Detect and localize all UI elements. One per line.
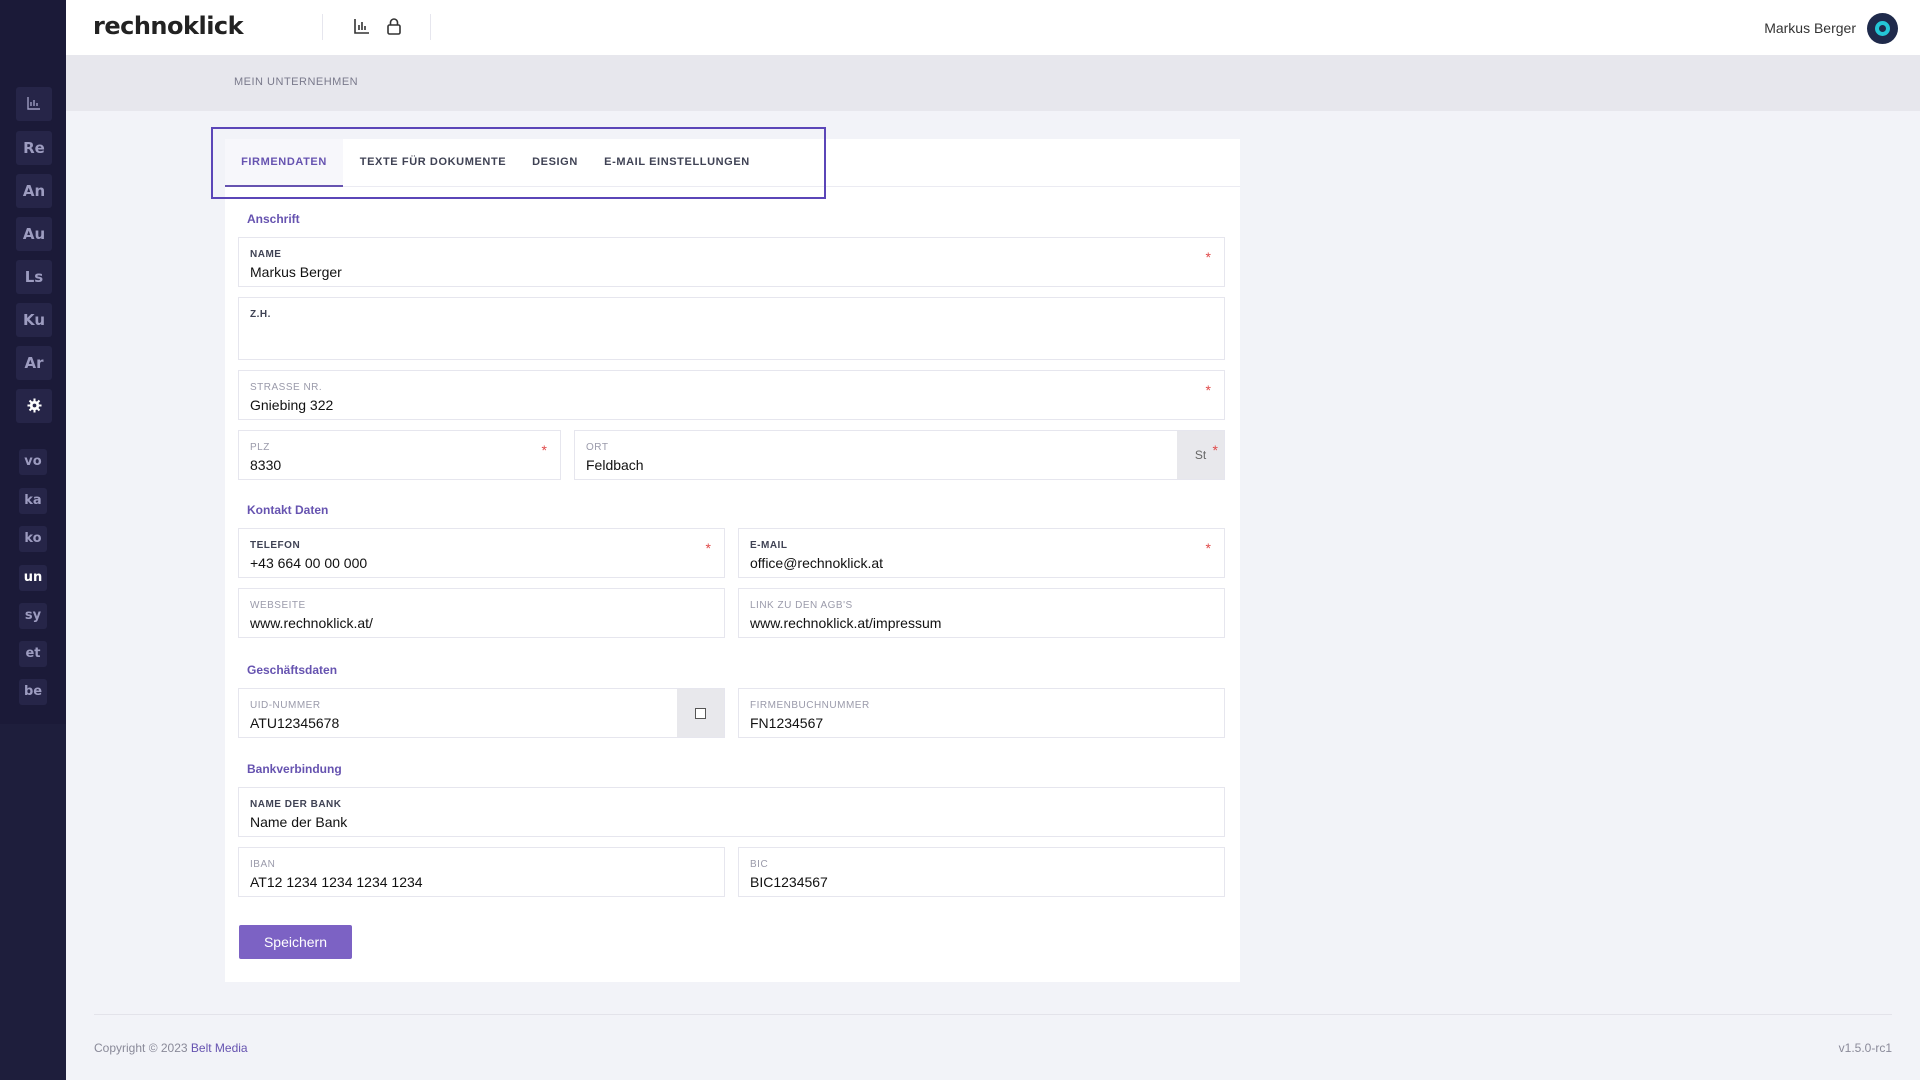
field-label: STRASSE NR. xyxy=(250,382,323,393)
chart-icon[interactable] xyxy=(352,16,374,38)
field-label: LINK ZU DEN AGB'S xyxy=(750,600,853,611)
header-divider xyxy=(430,14,431,40)
sidebar-item-re[interactable]: Re xyxy=(16,131,52,165)
sidebar-subitem-sy[interactable]: sy xyxy=(19,603,47,629)
field-value: Gniebing 322 xyxy=(250,397,334,413)
field-value: +43 664 00 00 000 xyxy=(250,555,368,571)
sidebar-item-ls[interactable]: Ls xyxy=(16,260,52,294)
webseite-field[interactable]: WEBSEITE www.rechnoklick.at/ xyxy=(238,588,725,638)
field-label: WEBSEITE xyxy=(250,600,306,611)
copyright-text: Copyright © 2023 xyxy=(94,1041,188,1055)
zh-field[interactable]: Z.H. xyxy=(238,297,1225,360)
app-logo[interactable]: rechnoklick xyxy=(93,12,244,40)
name-field[interactable]: NAME Markus Berger * xyxy=(238,237,1225,287)
section-kontakt: Kontakt Daten xyxy=(247,503,329,517)
field-label: FIRMENBUCHNUMMER xyxy=(750,700,870,711)
field-value: office@rechnoklick.at xyxy=(750,555,884,571)
section-geschaeftsdaten: Geschäftsdaten xyxy=(247,663,338,677)
telefon-field[interactable]: TELEFON +43 664 00 00 000 * xyxy=(238,528,725,578)
sidebar-subitem-be[interactable]: be xyxy=(19,679,47,705)
sidebar-item-au[interactable]: Au xyxy=(16,217,52,251)
sidebar-item-dashboard[interactable] xyxy=(16,87,52,121)
field-value: 8330 xyxy=(250,457,282,473)
required-marker: * xyxy=(1205,382,1211,398)
field-value: FN1234567 xyxy=(750,715,824,731)
sidebar-subitem-ka[interactable]: ka xyxy=(19,488,47,514)
field-label: E-MAIL xyxy=(750,540,788,551)
field-label: TELEFON xyxy=(250,540,301,551)
field-value: Feldbach xyxy=(586,457,644,473)
sidebar-subitem-vo[interactable]: vo xyxy=(19,449,47,475)
sidebar-item-settings[interactable] xyxy=(16,389,52,423)
company-settings-card: FIRMENDATEN TEXTE FÜR DOKUMENTE DESIGN E… xyxy=(225,139,1240,982)
sidebar-subitem-ko[interactable]: ko xyxy=(19,526,47,552)
field-label: IBAN xyxy=(250,859,276,870)
plz-field[interactable]: PLZ 8330 * xyxy=(238,430,561,480)
email-field[interactable]: E-MAIL office@rechnoklick.at * xyxy=(738,528,1225,578)
sidebar-item-an[interactable]: An xyxy=(16,174,52,208)
uid-checkbox[interactable] xyxy=(677,689,724,737)
field-value: BIC1234567 xyxy=(750,874,828,890)
avatar[interactable] xyxy=(1867,13,1898,44)
strasse-field[interactable]: STRASSE NR. Gniebing 322 * xyxy=(238,370,1225,420)
company-link[interactable]: Belt Media xyxy=(191,1041,248,1055)
subheader: MEIN UNTERNEHMEN xyxy=(66,55,1920,111)
agb-link-field[interactable]: LINK ZU DEN AGB'S www.rechnoklick.at/imp… xyxy=(738,588,1225,638)
required-marker: * xyxy=(541,442,547,458)
field-label: NAME DER BANK xyxy=(250,799,342,810)
sidebar-item-ku[interactable]: Ku xyxy=(16,303,52,337)
firmenbuch-field[interactable]: FIRMENBUCHNUMMER FN1234567 xyxy=(738,688,1225,738)
breadcrumb: MEIN UNTERNEHMEN xyxy=(234,76,359,88)
copyright: Copyright © 2023 Belt Media xyxy=(94,1041,248,1055)
bic-field[interactable]: BIC BIC1234567 xyxy=(738,847,1225,897)
chart-icon xyxy=(27,97,40,110)
lock-icon[interactable] xyxy=(384,16,406,38)
field-label: Z.H. xyxy=(250,309,271,320)
field-value: Markus Berger xyxy=(250,264,342,280)
section-anschrift: Anschrift xyxy=(247,212,300,226)
app-version: v1.5.0-rc1 xyxy=(1838,1041,1892,1055)
field-value: www.rechnoklick.at/impressum xyxy=(750,615,942,631)
user-name[interactable]: Markus Berger xyxy=(1764,20,1856,36)
top-header: rechnoklick Markus Berger xyxy=(66,0,1920,55)
required-marker: * xyxy=(1205,249,1211,265)
field-label: NAME xyxy=(250,249,282,260)
required-marker: * xyxy=(1205,540,1211,556)
gear-icon xyxy=(26,398,42,413)
ort-field[interactable]: ORT Feldbach St * xyxy=(574,430,1225,480)
required-marker: * xyxy=(705,540,711,556)
field-label: UID-NUMMER xyxy=(250,700,321,711)
footer-divider xyxy=(94,1014,1892,1015)
sidebar: Re An Au Ls Ku Ar vo ka ko un sy et be xyxy=(0,0,66,1080)
field-value: www.rechnoklick.at/ xyxy=(250,615,373,631)
bankname-field[interactable]: NAME DER BANK Name der Bank xyxy=(238,787,1225,837)
field-value: AT12 1234 1234 1234 1234 xyxy=(250,874,423,890)
uid-field[interactable]: UID-NUMMER ATU12345678 xyxy=(238,688,725,738)
section-bankverbindung: Bankverbindung xyxy=(247,762,342,776)
sidebar-item-ar[interactable]: Ar xyxy=(16,346,52,380)
tab-highlight-box xyxy=(211,127,826,199)
required-marker: * xyxy=(1212,442,1218,458)
sidebar-subitem-un[interactable]: un xyxy=(19,565,47,591)
field-label: BIC xyxy=(750,859,769,870)
checkbox-icon xyxy=(695,708,706,720)
header-divider xyxy=(322,14,323,40)
field-label: ORT xyxy=(586,442,609,453)
sidebar-subitem-et[interactable]: et xyxy=(19,641,47,667)
field-value: Name der Bank xyxy=(250,814,348,830)
field-label: PLZ xyxy=(250,442,270,453)
save-button[interactable]: Speichern xyxy=(239,925,352,959)
iban-field[interactable]: IBAN AT12 1234 1234 1234 1234 xyxy=(238,847,725,897)
field-value: ATU12345678 xyxy=(250,715,340,731)
